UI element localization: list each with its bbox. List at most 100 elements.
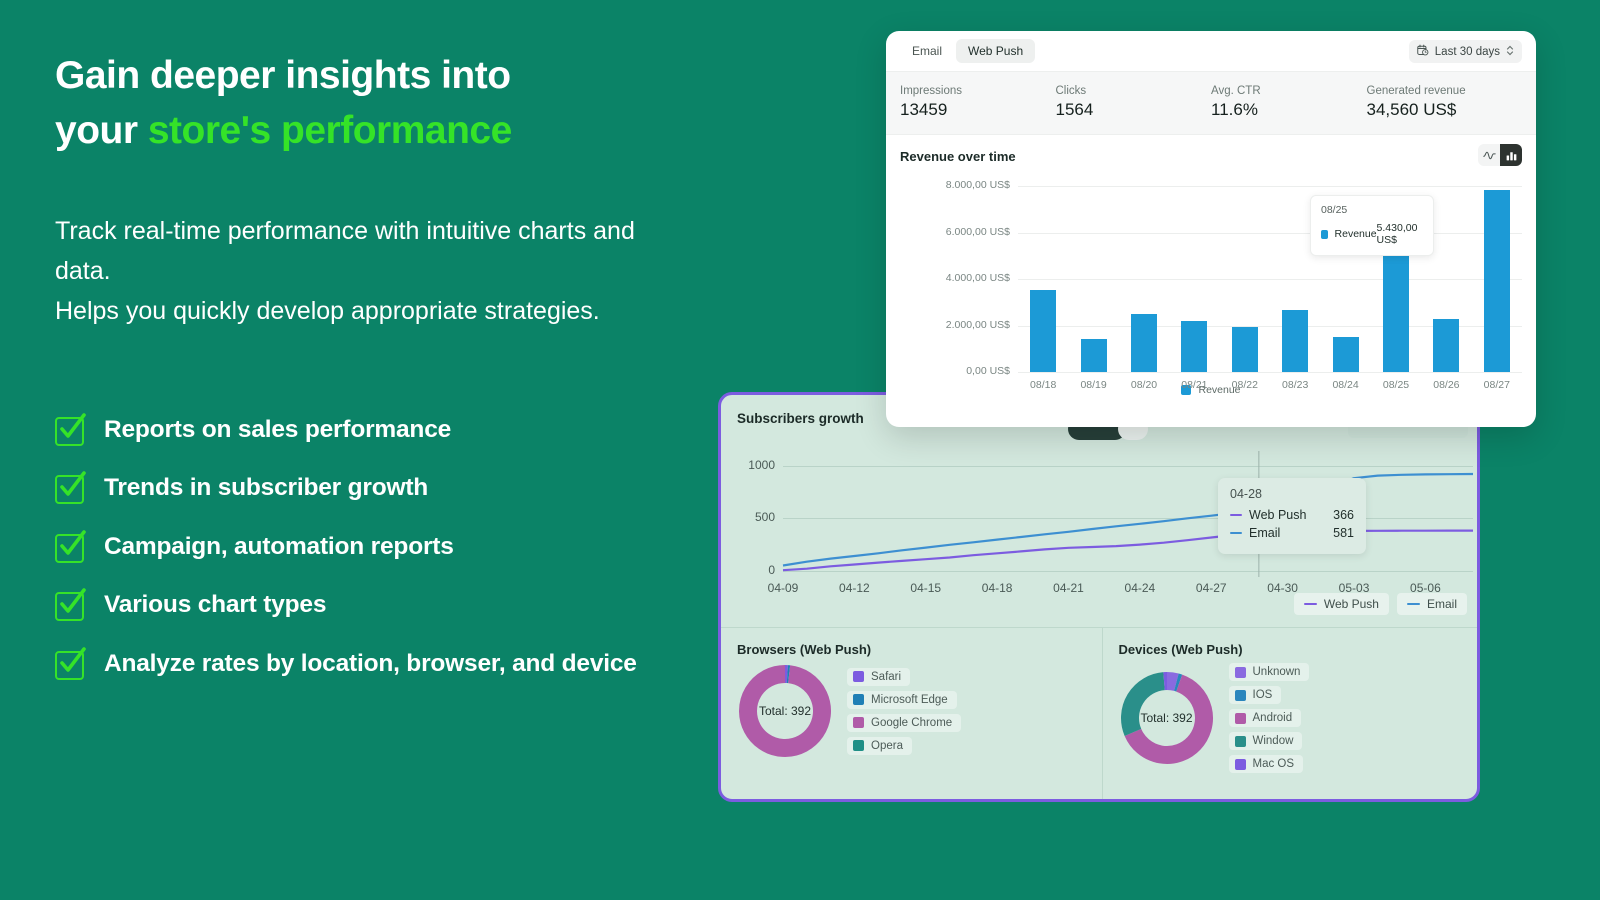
tooltip-swatch-revenue [1321, 229, 1328, 239]
subcopy: Track real-time performance with intuiti… [55, 211, 675, 331]
x-axis-tick-label: 04-18 [981, 581, 1013, 595]
legend-item-opera[interactable]: Opera [847, 736, 912, 755]
bar[interactable] [1332, 337, 1359, 372]
legend-label: Opera [871, 739, 903, 752]
legend-item-android[interactable]: Android [1228, 709, 1302, 727]
subscribers-panel-title: Subscribers growth [737, 411, 864, 426]
legend-swatch [1234, 758, 1246, 770]
calendar-clock-icon [1417, 44, 1429, 59]
legend-label: Mac OS [1252, 758, 1295, 770]
tab-email[interactable]: Email [900, 39, 954, 63]
tab-web-push[interactable]: Web Push [956, 39, 1036, 63]
chevron-updown-icon [1506, 45, 1514, 59]
kpi-label: Clicks [1055, 85, 1087, 97]
date-range-selector[interactable]: Last 30 days [1408, 40, 1522, 63]
kpi-avg-ctr: Avg. CTR 11.6% [1211, 85, 1367, 120]
bar[interactable] [1030, 290, 1057, 372]
tooltip-date: 04-28 [1230, 487, 1262, 501]
bar[interactable] [1282, 309, 1309, 372]
list-item-label: Reports on sales performance [104, 415, 452, 443]
headline-line-2-plain: your [55, 109, 148, 153]
checkmark-icon [55, 471, 86, 505]
tooltip-value-web-push: 366 [1333, 508, 1354, 522]
legend-item-window[interactable]: Window [1228, 732, 1303, 750]
checkmark-icon [55, 588, 86, 622]
legend-dash-email [1406, 602, 1420, 606]
browsers-card: Browsers (Web Push) Total: 392 Safari Mic… [721, 628, 1102, 799]
checkmark-icon [55, 412, 86, 446]
tooltip-label-email: Email [1249, 526, 1281, 540]
legend-label: Unknown [1252, 666, 1301, 678]
x-axis-tick-label: 08/19 [1080, 379, 1107, 391]
legend-item-web-push[interactable]: Web Push [1293, 593, 1389, 615]
bar[interactable] [1231, 327, 1258, 372]
kpi-value: 13459 [900, 100, 948, 119]
legend-swatch [853, 740, 864, 751]
tooltip-label-revenue: Revenue [1334, 228, 1377, 240]
bar-chart-icon[interactable] [1500, 144, 1522, 166]
x-axis-tick-label: 04-27 [1195, 581, 1227, 595]
legend-label: Android [1252, 712, 1293, 724]
kpi-clicks: Clicks 1564 [1056, 85, 1212, 120]
tooltip-value-revenue: 5.430,00 US$ [1376, 222, 1418, 246]
marketing-column: Gain deeper insights into your store's p… [55, 48, 675, 706]
bar[interactable] [1080, 339, 1107, 372]
kpi-impressions: Impressions 13459 [900, 85, 1056, 120]
feature-list: Reports on sales performance Trends in s… [55, 412, 675, 681]
legend-label-email: Email [1426, 597, 1457, 611]
kpi-row: Impressions 13459 Clicks 1564 Avg. CTR 1… [886, 71, 1536, 135]
y-axis-tick-label: 4.000,00 US$ [945, 272, 1010, 284]
revenue-chart-title: Revenue over time [900, 149, 1016, 164]
legend-swatch [853, 717, 864, 728]
devices-donut-chart: Total: 392 [1119, 670, 1215, 766]
x-axis-tick-label: 08/27 [1483, 379, 1510, 391]
bar[interactable] [1483, 189, 1510, 372]
browsers-donut-chart: Total: 392 [737, 663, 833, 759]
list-item-label: Trends in subscriber growth [104, 474, 429, 502]
bar[interactable] [1181, 320, 1208, 372]
line-series-web-push [782, 529, 1473, 572]
subcopy-text: Track real-time performance with intuiti… [55, 216, 635, 325]
x-axis-tick-label: 08/23 [1282, 379, 1309, 391]
checkmark-icon [55, 647, 86, 680]
y-axis-tick-label: 2.000,00 US$ [945, 318, 1010, 331]
headline-accent: store's performance [147, 109, 512, 153]
tooltip-dash-web-push [1230, 513, 1242, 517]
legend-dash-web-push [1303, 602, 1317, 606]
bar[interactable] [1383, 245, 1409, 372]
x-axis-tick-label: 04-24 [1124, 581, 1156, 595]
line-chart-legend: Web Push Email [1293, 593, 1467, 615]
legend-item-safari[interactable]: Safari [847, 667, 911, 686]
tooltip-date: 08/25 [1321, 204, 1348, 216]
line-chart-icon[interactable] [1478, 144, 1500, 166]
legend-swatch [853, 694, 864, 705]
browsers-donut-center-label: Total: 392 [758, 704, 812, 718]
browsers-card-title: Browsers (Web Push) [737, 642, 872, 657]
bar[interactable] [1131, 313, 1157, 372]
bar[interactable] [1433, 319, 1460, 372]
legend-item-google-chrome[interactable]: Google Chrome [847, 713, 962, 732]
kpi-label: Impressions [900, 85, 962, 97]
headline-line-1: Gain deeper insights into [55, 54, 511, 97]
legend-label: Google Chrome [871, 716, 953, 729]
gridline [1018, 232, 1522, 234]
x-axis-tick-label: 08/24 [1332, 379, 1359, 391]
card-topbar: Email Web Push Last 30 days [886, 31, 1536, 71]
tooltip-label-web-push: Web Push [1249, 508, 1307, 522]
subscribers-growth-panel: Subscribers growth 0 500 1000 04-09 04-12 04… [718, 392, 1480, 802]
donut-row: Browsers (Web Push) Total: 392 Safari Mic… [721, 627, 1477, 799]
legend-item-mac-os[interactable]: Mac OS [1228, 755, 1304, 773]
legend-item-email[interactable]: Email [1396, 593, 1467, 615]
headline-line-2: your store's performance [55, 103, 675, 158]
list-item: Reports on sales performance [55, 412, 675, 447]
x-axis-tick-label: 08/21 [1181, 379, 1208, 391]
legend-item-ios[interactable]: IOS [1228, 686, 1282, 704]
legend-item-microsoft-edge[interactable]: Microsoft Edge [847, 690, 957, 709]
checkmark-icon [55, 530, 86, 563]
devices-card-title: Devices (Web Push) [1118, 642, 1243, 657]
legend-swatch [1234, 735, 1246, 747]
x-axis-tick-label: 04-12 [839, 581, 870, 595]
legend-item-unknown[interactable]: Unknown [1228, 663, 1310, 681]
legend-label: Window [1252, 735, 1294, 747]
list-item: Campaign, automation reports [55, 530, 675, 564]
